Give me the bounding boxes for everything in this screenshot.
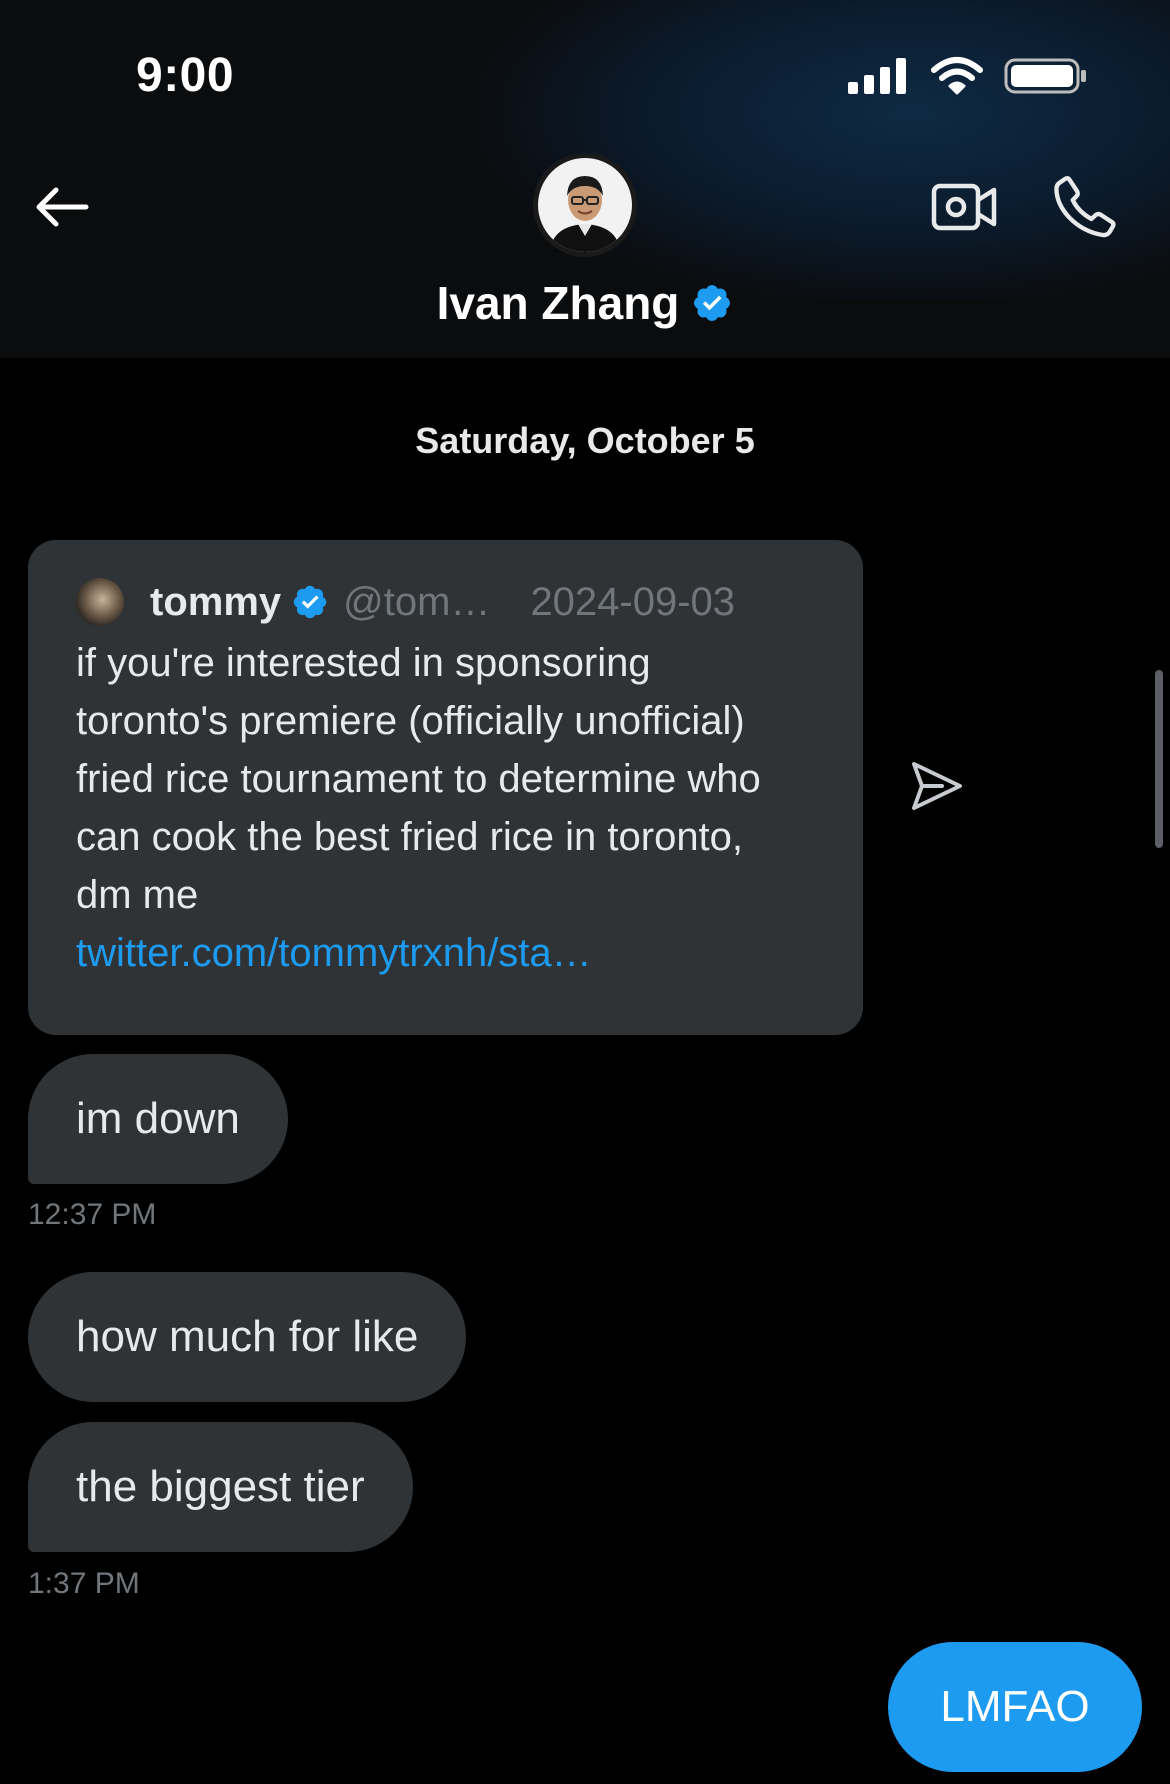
video-call-button[interactable] bbox=[930, 176, 1000, 238]
message-timestamp: 12:37 PM bbox=[28, 1198, 157, 1231]
send-icon bbox=[912, 762, 962, 810]
scrollbar[interactable] bbox=[1155, 670, 1163, 848]
phone-call-button[interactable] bbox=[1050, 172, 1120, 242]
message-bubble-incoming[interactable]: the biggest tier bbox=[28, 1422, 413, 1552]
phone-icon bbox=[1054, 176, 1116, 238]
status-bar-icons bbox=[848, 56, 1088, 96]
tweet-date: 2024-09-03 bbox=[530, 579, 736, 624]
tweet-author-avatar bbox=[76, 578, 124, 626]
contact-name-row[interactable]: Ivan Zhang bbox=[0, 276, 1170, 330]
contact-avatar[interactable] bbox=[533, 153, 637, 257]
message-bubble-incoming[interactable]: im down bbox=[28, 1054, 288, 1184]
video-camera-icon bbox=[931, 183, 997, 231]
message-bubble-incoming[interactable]: how much for like bbox=[28, 1272, 467, 1402]
tweet-author-handle: @tom… bbox=[343, 579, 491, 624]
message-text: how much for like bbox=[76, 1312, 419, 1361]
avatar-photo bbox=[538, 158, 632, 252]
tweet-text: if you're interested in sponsoring toron… bbox=[76, 641, 761, 917]
arrow-left-icon bbox=[36, 187, 89, 227]
message-timestamp: 1:37 PM bbox=[28, 1567, 140, 1600]
message-text: im down bbox=[76, 1094, 240, 1143]
verified-badge-icon bbox=[694, 285, 731, 321]
message-text: LMFAO bbox=[940, 1682, 1090, 1731]
contact-name: Ivan Zhang bbox=[436, 277, 680, 329]
message-text: the biggest tier bbox=[76, 1462, 365, 1511]
tweet-author-name: tommy bbox=[150, 579, 282, 624]
tweet-verified bbox=[291, 583, 329, 621]
cellular-signal-icon bbox=[848, 58, 906, 94]
message-bubble-outgoing[interactable]: LMFAO bbox=[888, 1642, 1142, 1772]
battery-icon bbox=[1004, 58, 1086, 94]
share-tweet-button[interactable] bbox=[908, 758, 970, 814]
shared-tweet-card[interactable]: tommy @tom… 2024-09-03 if you're interes… bbox=[28, 540, 863, 1035]
tweet-link[interactable]: twitter.com/tommytrxnh/sta… bbox=[76, 924, 817, 982]
date-separator: Saturday, October 5 bbox=[415, 420, 755, 461]
verified-badge-icon bbox=[293, 585, 327, 619]
status-bar-time: 9:00 bbox=[136, 49, 235, 102]
tweet-header: tommy @tom… 2024-09-03 bbox=[76, 576, 817, 628]
wifi-icon bbox=[931, 57, 983, 95]
conversation-header: 9:00 Ivan Zhang bbox=[0, 0, 1170, 358]
back-button[interactable] bbox=[30, 180, 94, 234]
